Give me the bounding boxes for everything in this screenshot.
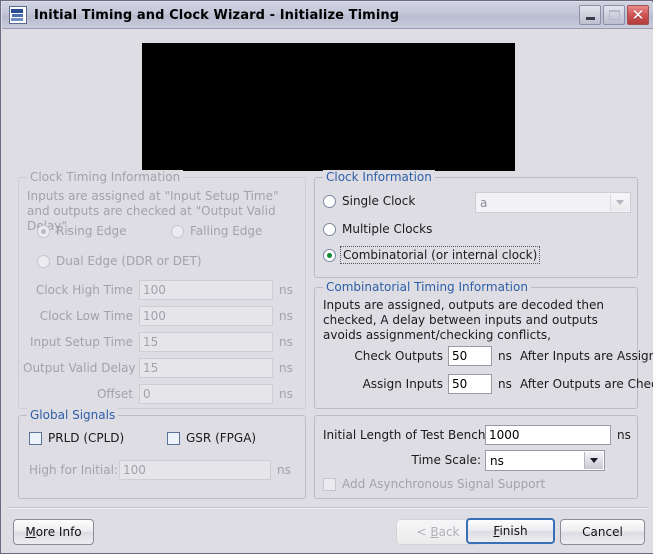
radio-rising-edge[interactable]: Rising Edge bbox=[37, 224, 127, 238]
testbench-settings-group: Initial Length of Test Bench: 1000 ns Ti… bbox=[314, 415, 638, 499]
checkbox-async-signal-support-label: Add Asynchronous Signal Support bbox=[342, 477, 546, 491]
ise-logo-icon bbox=[9, 6, 27, 24]
radio-dual-edge-label: Dual Edge (DDR or DET) bbox=[56, 254, 202, 268]
radio-single-clock-label: Single Clock bbox=[342, 194, 416, 208]
testbench-length-label: Initial Length of Test Bench: bbox=[323, 428, 490, 442]
finish-button-label: Finish bbox=[493, 524, 528, 538]
clock-high-time-label: Clock High Time bbox=[35, 283, 133, 297]
checkbox-gsr-fpga-label: GSR (FPGA) bbox=[186, 431, 257, 445]
offset-unit: ns bbox=[279, 387, 293, 401]
radio-dual-edge-indicator bbox=[37, 254, 50, 268]
checkbox-gsr-fpga[interactable]: GSR (FPGA) bbox=[167, 431, 256, 445]
input-setup-time-input[interactable]: 15 bbox=[139, 332, 273, 352]
maximize-icon bbox=[609, 10, 620, 20]
high-for-initial-input[interactable]: 100 bbox=[119, 460, 271, 480]
radio-multiple-clocks-indicator bbox=[323, 222, 336, 236]
chevron-down-icon bbox=[584, 452, 603, 469]
high-for-initial-label: High for Initial: bbox=[29, 463, 118, 477]
maximize-button[interactable] bbox=[603, 5, 625, 25]
input-setup-time-label: Input Setup Time bbox=[30, 335, 133, 349]
radio-multiple-clocks[interactable]: Multiple Clocks bbox=[323, 222, 432, 236]
radio-combinatorial[interactable]: Combinatorial (or internal clock) bbox=[323, 246, 541, 264]
clock-select-value: a bbox=[480, 196, 488, 210]
cancel-button[interactable]: Cancel bbox=[560, 519, 645, 545]
clock-information-legend: Clock Information bbox=[323, 170, 435, 184]
more-info-button[interactable]: More Info bbox=[13, 519, 94, 545]
clock-information-group: Clock Information Single Clock a Multipl… bbox=[314, 170, 638, 278]
clock-select-dropdown[interactable]: a bbox=[475, 192, 631, 213]
combinatorial-timing-information-group: Combinatorial Timing Information Inputs … bbox=[314, 280, 653, 409]
radio-single-clock-indicator bbox=[323, 194, 336, 208]
radio-dual-edge[interactable]: Dual Edge (DDR or DET) bbox=[37, 254, 202, 268]
radio-rising-edge-label: Rising Edge bbox=[56, 224, 127, 238]
input-setup-time-unit: ns bbox=[279, 335, 293, 349]
check-outputs-input[interactable]: 50 bbox=[448, 346, 492, 366]
time-scale-value: ns bbox=[490, 454, 504, 468]
radio-combinatorial-label: Combinatorial (or internal clock) bbox=[339, 246, 541, 264]
time-scale-dropdown[interactable]: ns bbox=[485, 450, 605, 471]
window-title: Initial Timing and Clock Wizard - Initia… bbox=[34, 7, 400, 23]
minimize-button[interactable] bbox=[579, 5, 601, 25]
clock-low-time-unit: ns bbox=[279, 309, 293, 323]
radio-falling-edge-indicator bbox=[171, 224, 184, 238]
clock-high-time-input[interactable]: 100 bbox=[139, 280, 273, 300]
clock-timing-information-group: Clock Timing Information Inputs are assi… bbox=[18, 170, 306, 409]
assign-inputs-input[interactable]: 50 bbox=[448, 374, 492, 394]
radio-rising-edge-indicator bbox=[37, 224, 50, 238]
output-valid-delay-label: Output Valid Delay bbox=[23, 361, 136, 375]
close-button[interactable]: ✕ bbox=[627, 5, 649, 25]
clock-low-time-label: Clock Low Time bbox=[39, 309, 133, 323]
timing-waveform-preview bbox=[142, 43, 515, 171]
clock-high-time-unit: ns bbox=[279, 283, 293, 297]
checkbox-async-signal-support[interactable]: Add Asynchronous Signal Support bbox=[323, 477, 545, 491]
testbench-length-unit: ns bbox=[617, 428, 631, 442]
clock-low-time-input[interactable]: 100 bbox=[139, 306, 273, 326]
checkbox-gsr-fpga-indicator bbox=[167, 431, 180, 445]
checkbox-prld-cpld-label: PRLD (CPLD) bbox=[48, 431, 125, 445]
minimize-icon bbox=[586, 17, 595, 20]
back-button-label: < Back bbox=[416, 525, 460, 539]
combinatorial-timing-description: Inputs are assigned, outputs are decoded… bbox=[323, 298, 604, 342]
dialog-client-area: Clock Timing Information Inputs are assi… bbox=[2, 29, 653, 553]
close-icon: ✕ bbox=[631, 6, 645, 24]
title-bar: Initial Timing and Clock Wizard - Initia… bbox=[2, 2, 653, 29]
assign-inputs-suffix: After Outputs are Checked bbox=[520, 377, 653, 391]
testbench-length-input[interactable]: 1000 bbox=[485, 425, 611, 445]
window-controls: ✕ bbox=[579, 5, 649, 25]
output-valid-delay-unit: ns bbox=[279, 361, 293, 375]
global-signals-legend: Global Signals bbox=[27, 408, 119, 422]
more-info-button-label: More Info bbox=[25, 525, 82, 539]
time-scale-label: Time Scale: bbox=[411, 453, 481, 467]
high-for-initial-unit: ns bbox=[277, 463, 291, 477]
offset-input[interactable]: 0 bbox=[139, 384, 273, 404]
dialog-window: Initial Timing and Clock Wizard - Initia… bbox=[0, 0, 653, 554]
chevron-down-icon bbox=[610, 194, 629, 211]
output-valid-delay-input[interactable]: 15 bbox=[139, 358, 273, 378]
radio-falling-edge[interactable]: Falling Edge bbox=[171, 224, 262, 238]
footer-separator bbox=[7, 507, 648, 509]
offset-label: Offset bbox=[96, 387, 133, 401]
checkbox-async-signal-support-indicator bbox=[323, 477, 336, 491]
global-signals-group: Global Signals PRLD (CPLD) GSR (FPGA) Hi… bbox=[18, 408, 306, 499]
cancel-button-label: Cancel bbox=[582, 525, 623, 539]
radio-multiple-clocks-label: Multiple Clocks bbox=[342, 222, 433, 236]
checkbox-prld-cpld-indicator bbox=[29, 431, 42, 445]
check-outputs-suffix: After Inputs are Assigned bbox=[520, 349, 653, 363]
assign-inputs-label: Assign Inputs bbox=[362, 377, 443, 391]
clock-timing-legend: Clock Timing Information bbox=[27, 170, 184, 184]
radio-combinatorial-indicator bbox=[323, 248, 336, 262]
check-outputs-unit: ns bbox=[498, 349, 512, 363]
finish-button[interactable]: Finish bbox=[466, 518, 555, 544]
combinatorial-timing-legend: Combinatorial Timing Information bbox=[323, 280, 531, 294]
radio-falling-edge-label: Falling Edge bbox=[190, 224, 263, 238]
checkbox-prld-cpld[interactable]: PRLD (CPLD) bbox=[29, 431, 124, 445]
assign-inputs-unit: ns bbox=[498, 377, 512, 391]
radio-single-clock[interactable]: Single Clock bbox=[323, 194, 415, 208]
check-outputs-label: Check Outputs bbox=[354, 349, 443, 363]
